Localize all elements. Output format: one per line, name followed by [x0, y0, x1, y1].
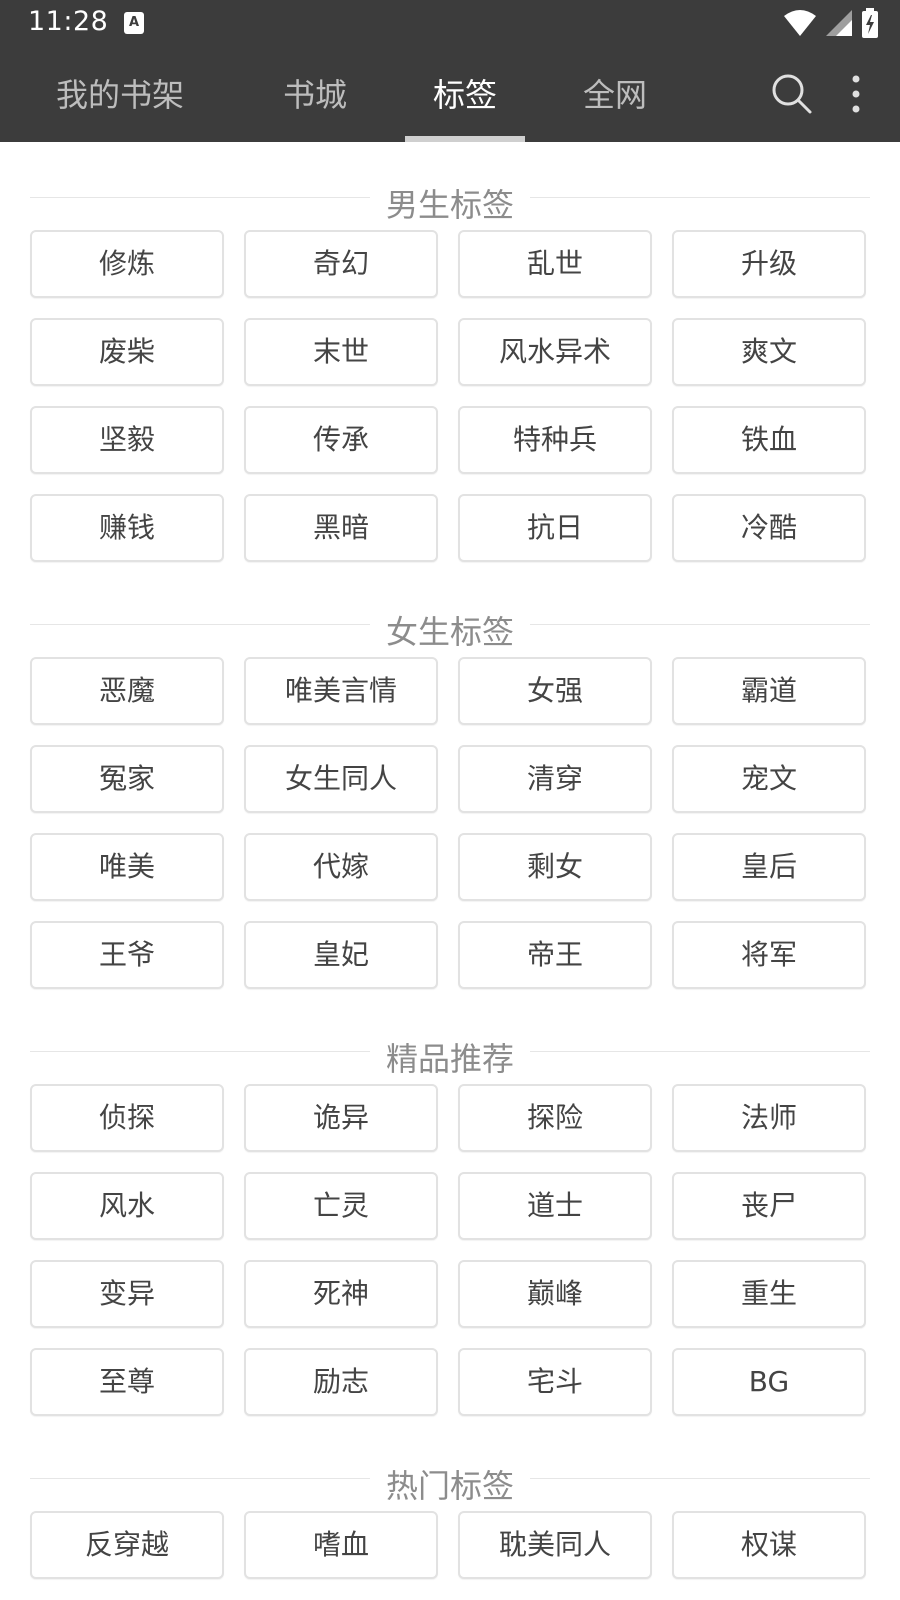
text-a-icon: A — [124, 12, 144, 34]
tag-button[interactable]: 道士 — [458, 1172, 652, 1240]
tag-button[interactable]: 亡灵 — [244, 1172, 438, 1240]
tag-button[interactable]: 耽美同人 — [458, 1511, 652, 1579]
tag-button[interactable]: 清穿 — [458, 745, 652, 813]
tag-button[interactable]: 升级 — [672, 230, 866, 298]
status-bar: 11:28 A — [0, 0, 900, 48]
tag-button[interactable]: 侦探 — [30, 1084, 224, 1152]
tag-button[interactable]: 废柴 — [30, 318, 224, 386]
tags-content: 男生标签 修炼 奇幻 乱世 升级 废柴 末世 风水异术 爽文 坚毅 传承 特种兵… — [0, 142, 900, 1600]
tag-button[interactable]: 宠文 — [672, 745, 866, 813]
tag-button[interactable]: 霸道 — [672, 657, 866, 725]
battery-charging-icon — [862, 8, 878, 38]
wifi-icon — [784, 10, 816, 36]
tag-button[interactable]: BG — [672, 1348, 866, 1416]
tag-button[interactable]: 冷酷 — [672, 494, 866, 562]
tag-button[interactable]: 帝王 — [458, 921, 652, 989]
tag-button[interactable]: 反穿越 — [30, 1511, 224, 1579]
section-header-hot-tags: 热门标签 — [30, 1453, 870, 1505]
tag-button[interactable]: 皇后 — [672, 833, 866, 901]
tag-button[interactable]: 乱世 — [458, 230, 652, 298]
section-title: 热门标签 — [369, 1467, 530, 1505]
section-title: 精品推荐 — [369, 1040, 530, 1078]
tag-button[interactable]: 剩女 — [458, 833, 652, 901]
tag-button[interactable]: 冤家 — [30, 745, 224, 813]
status-icons — [784, 8, 878, 38]
tag-button[interactable]: 奇幻 — [244, 230, 438, 298]
status-time: 11:28 — [28, 6, 109, 37]
tag-button[interactable]: 唯美言情 — [244, 657, 438, 725]
tag-button[interactable]: 权谋 — [672, 1511, 866, 1579]
tag-button[interactable]: 赚钱 — [30, 494, 224, 562]
tag-button[interactable]: 坚毅 — [30, 406, 224, 474]
tab-whole-web[interactable]: 全网 — [560, 48, 670, 142]
tag-button[interactable]: 死神 — [244, 1260, 438, 1328]
tag-button[interactable]: 风水异术 — [458, 318, 652, 386]
tag-button[interactable]: 铁血 — [672, 406, 866, 474]
tag-button[interactable]: 抗日 — [458, 494, 652, 562]
tag-button[interactable]: 探险 — [458, 1084, 652, 1152]
tag-button[interactable]: 女强 — [458, 657, 652, 725]
tag-button[interactable]: 唯美 — [30, 833, 224, 901]
tag-button[interactable]: 宅斗 — [458, 1348, 652, 1416]
tag-button[interactable]: 爽文 — [672, 318, 866, 386]
tag-button[interactable]: 王爷 — [30, 921, 224, 989]
section-header-female-tags: 女生标签 — [30, 599, 870, 651]
tag-button[interactable]: 巅峰 — [458, 1260, 652, 1328]
tab-bookstore[interactable]: 书城 — [260, 48, 370, 142]
more-vertical-icon[interactable] — [850, 74, 862, 114]
tag-button[interactable]: 黑暗 — [244, 494, 438, 562]
tag-button[interactable]: 皇妃 — [244, 921, 438, 989]
tag-button[interactable]: 丧尸 — [672, 1172, 866, 1240]
tag-button[interactable]: 变异 — [30, 1260, 224, 1328]
search-icon[interactable] — [770, 72, 814, 116]
signal-icon — [826, 10, 852, 36]
tag-button[interactable]: 恶魔 — [30, 657, 224, 725]
section-header-male-tags: 男生标签 — [30, 172, 870, 224]
tag-button[interactable]: 代嫁 — [244, 833, 438, 901]
tag-button[interactable]: 将军 — [672, 921, 866, 989]
tag-button[interactable]: 励志 — [244, 1348, 438, 1416]
tag-button[interactable]: 重生 — [672, 1260, 866, 1328]
section-header-premium-picks: 精品推荐 — [30, 1026, 870, 1078]
tag-button[interactable]: 修炼 — [30, 230, 224, 298]
tag-button[interactable]: 法师 — [672, 1084, 866, 1152]
tag-button[interactable]: 末世 — [244, 318, 438, 386]
tag-button[interactable]: 特种兵 — [458, 406, 652, 474]
tag-button[interactable]: 女生同人 — [244, 745, 438, 813]
tag-button[interactable]: 诡异 — [244, 1084, 438, 1152]
tag-button[interactable]: 风水 — [30, 1172, 224, 1240]
section-title: 男生标签 — [369, 186, 530, 224]
top-toolbar: 我的书架 书城 标签 全网 — [0, 48, 900, 142]
tab-tags[interactable]: 标签 — [405, 48, 525, 142]
tag-button[interactable]: 传承 — [244, 406, 438, 474]
tag-button[interactable]: 至尊 — [30, 1348, 224, 1416]
tab-my-bookshelf[interactable]: 我的书架 — [40, 48, 200, 142]
tag-button[interactable]: 嗜血 — [244, 1511, 438, 1579]
section-title: 女生标签 — [369, 613, 530, 651]
